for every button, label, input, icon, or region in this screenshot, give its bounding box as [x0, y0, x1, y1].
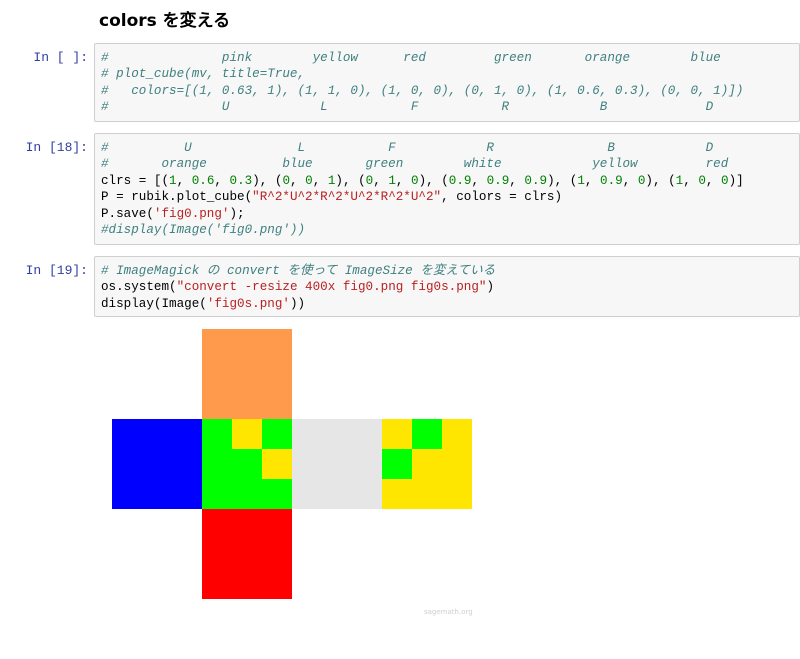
code-line: # colors=[(1, 0.63, 1), (1, 1, 0), (1, 0…	[101, 83, 799, 99]
code-token: ), (	[418, 173, 449, 188]
code-number: 0.3	[229, 173, 253, 188]
code-token: , colors = clrs)	[441, 190, 563, 205]
cube-face-B	[382, 419, 472, 509]
code-line: clrs = [(1, 0.6, 0.3), (0, 0, 1), (0, 1,…	[101, 173, 799, 189]
code-token: ,	[373, 173, 389, 188]
cube-face-F	[202, 419, 292, 509]
code-number: 0.9	[524, 173, 548, 188]
code-line: P = rubik.plot_cube("R^2*U^2*R^2*U^2*R^2…	[101, 189, 799, 205]
cube-sticker	[232, 419, 262, 449]
code-token: )	[486, 280, 494, 295]
code-string: "R^2*U^2*R^2*U^2*R^2*U^2"	[252, 190, 442, 205]
section-heading: colors を変える	[99, 11, 231, 31]
code-number: 0	[305, 173, 313, 188]
code-number: 0	[721, 173, 729, 188]
code-token: ,	[705, 173, 722, 188]
cube-face-R	[292, 419, 382, 509]
code-token: ,	[584, 173, 601, 188]
cube-sticker	[382, 449, 412, 479]
cell-1-prompt: In [ ]:	[33, 50, 88, 65]
code-token: ,	[683, 173, 699, 188]
code-line: # plot_cube(mv, title=True,	[101, 66, 799, 82]
cube-face-U	[202, 329, 292, 419]
cell-2-prompt: In [18]:	[25, 140, 88, 155]
code-token: ), (	[335, 173, 366, 188]
code-comment: # ImageMagick の convert を使って ImageSize を…	[101, 264, 496, 278]
code-token: ,	[290, 173, 306, 188]
cell-3-prompt: In [19]:	[25, 263, 88, 278]
code-number: 0	[698, 173, 706, 188]
code-number: 0.9	[486, 173, 510, 188]
code-token: ,	[214, 173, 230, 188]
code-line: os.system("convert -resize 400x fig0.png…	[101, 279, 799, 295]
code-token: ,	[471, 173, 487, 188]
code-token: ), (	[252, 173, 283, 188]
code-token: P = rubik.plot_cube(	[101, 190, 253, 205]
code-number: 1	[577, 173, 585, 188]
cube-sticker	[262, 449, 292, 479]
code-comment: # U L F R B D	[101, 141, 714, 155]
code-token: display(Image(	[101, 296, 207, 311]
code-comment: # pink yellow red green orange blue	[101, 51, 721, 65]
code-line: display(Image('fig0s.png'))	[101, 296, 799, 312]
code-number: 0.9	[448, 173, 472, 188]
code-number: 0.9	[600, 173, 623, 188]
cube-sticker	[412, 419, 442, 449]
cube-face-L	[112, 419, 202, 509]
code-token: clrs = [(	[101, 173, 170, 188]
code-token: );	[229, 206, 245, 221]
code-number: 1	[169, 173, 177, 188]
code-line: # pink yellow red green orange blue	[101, 50, 799, 66]
code-cell-3[interactable]: # ImageMagick の convert を使って ImageSize を…	[94, 256, 800, 317]
code-string: "convert -resize 400x fig0.png fig0s.png…	[176, 280, 487, 295]
watermark-text: sagemath.org	[424, 608, 473, 616]
code-string: 'fig0s.png'	[206, 296, 290, 311]
code-token: )]	[728, 173, 744, 188]
code-number: 0	[411, 173, 419, 188]
code-cell-1[interactable]: # pink yellow red green orange blue # plo…	[94, 43, 800, 122]
code-number: 0	[282, 173, 291, 188]
code-token: ,	[176, 173, 192, 188]
code-line: #display(Image('fig0.png'))	[101, 222, 799, 238]
code-line: # orange blue green white yellow red	[101, 156, 799, 172]
cube-net-image	[112, 329, 472, 601]
code-comment: #display(Image('fig0.png'))	[101, 222, 306, 237]
code-comment: # plot_cube(mv, title=True,	[101, 67, 306, 82]
code-comment: # colors=[(1, 0.63, 1), (1, 1, 0), (1, 0…	[101, 83, 744, 98]
code-line: # U L F R B D	[101, 140, 799, 156]
code-line: # ImageMagick の convert を使って ImageSize を…	[101, 263, 799, 279]
code-token: ,	[509, 173, 525, 188]
code-comment: # U L F R B D	[101, 100, 714, 115]
code-line: P.save('fig0.png');	[101, 206, 799, 222]
code-token: ), (	[547, 173, 578, 188]
cube-face-D	[202, 509, 292, 599]
code-comment: # orange blue green white yellow red	[101, 157, 729, 172]
code-line: # U L F R B D	[101, 99, 799, 115]
code-token: ,	[622, 173, 638, 188]
code-token: P.save(	[101, 206, 154, 221]
code-cell-2[interactable]: # U L F R B D # orange blue green white y…	[94, 133, 800, 245]
code-number: 1	[388, 173, 396, 188]
code-token: ), (	[645, 173, 676, 188]
code-string: 'fig0.png'	[153, 206, 230, 221]
code-token: os.system(	[101, 280, 177, 295]
code-token: ))	[289, 296, 306, 311]
code-token: ,	[395, 173, 411, 188]
code-token: ,	[312, 173, 328, 188]
code-number: 0.6	[191, 173, 215, 188]
